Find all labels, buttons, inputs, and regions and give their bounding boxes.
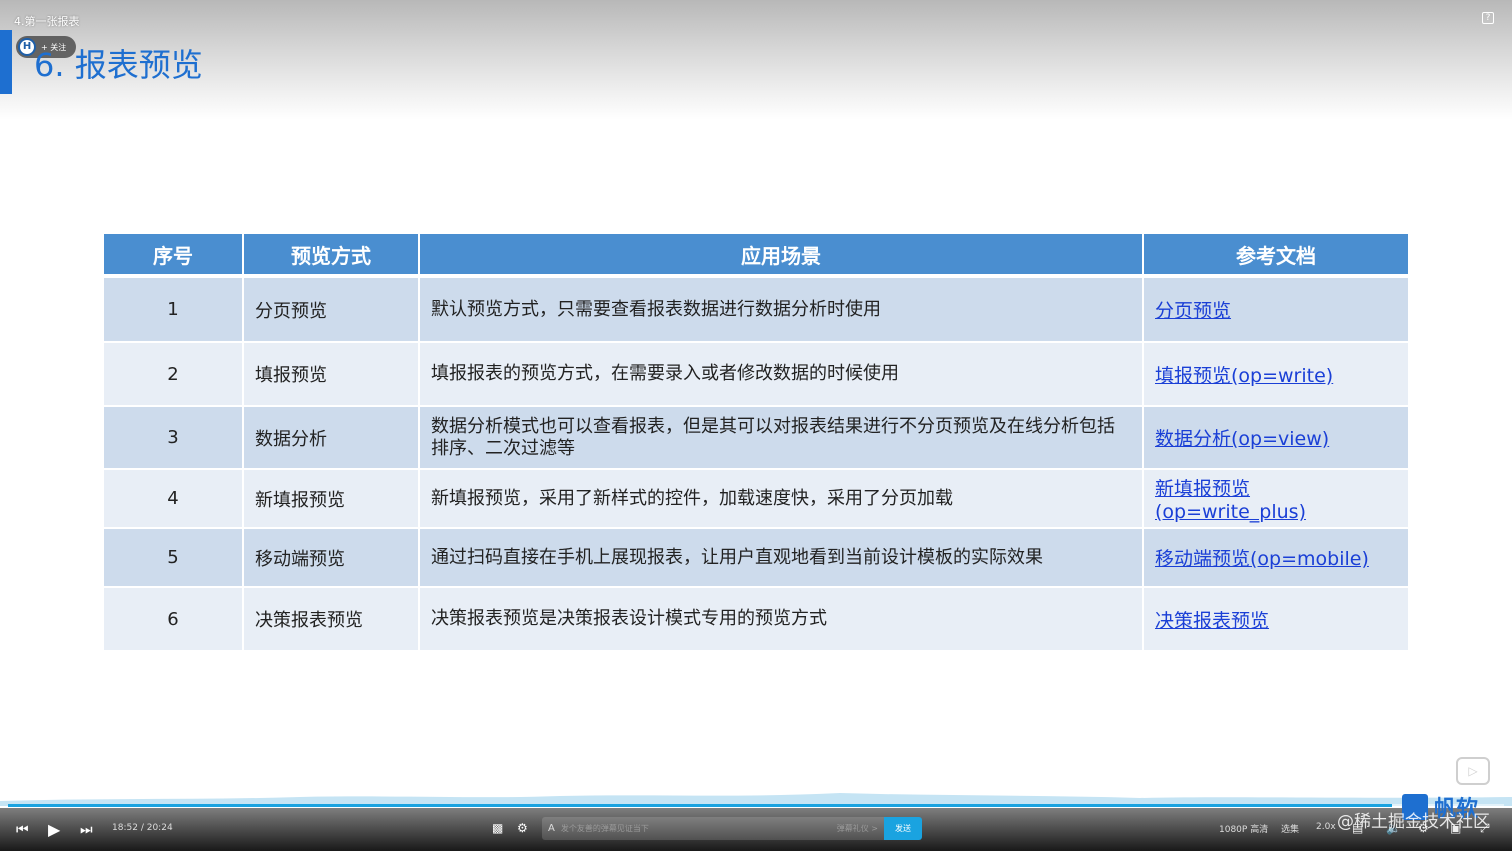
row-doc-cell: 分页预览 — [1144, 278, 1408, 343]
duration: 20:24 — [146, 823, 173, 833]
episodes-button[interactable]: 选集 — [1281, 822, 1299, 835]
current-time: 18:52 — [112, 823, 138, 833]
danmaku-toggle-icon[interactable]: ▩ — [492, 821, 503, 835]
slide-title: 6. 报表预览 — [34, 46, 203, 84]
row-doc-cell: 移动端预览(op=mobile) — [1144, 529, 1408, 588]
time-separator: / — [140, 823, 144, 833]
danmaku-style-icon[interactable]: A — [548, 823, 555, 834]
row-mode: 移动端预览 — [244, 529, 420, 588]
next-icon[interactable]: ⏭ — [80, 822, 93, 838]
row-scene: 数据分析模式也可以查看报表，但是其可以对报表结果进行不分页预览及在线分析包括排序… — [420, 407, 1144, 470]
header-scene: 应用场景 — [420, 234, 1144, 278]
row-scene: 新填报预览，采用了新样式的控件，加载速度快，采用了分页加载 — [420, 470, 1144, 529]
doc-link[interactable]: 决策报表预览 — [1155, 610, 1269, 632]
quality-selector[interactable]: 1080P 高清 — [1219, 822, 1268, 835]
row-num: 6 — [104, 588, 244, 652]
row-mode: 决策报表预览 — [244, 588, 420, 652]
danmaku-etiquette-link[interactable]: 弹幕礼仪 > — [837, 823, 878, 834]
help-icon[interactable]: ? — [1482, 12, 1494, 24]
doc-link[interactable]: 移动端预览(op=mobile) — [1155, 548, 1369, 570]
header-mode: 预览方式 — [244, 234, 420, 278]
table-row: 6 决策报表预览 决策报表预览是决策报表设计模式专用的预览方式 决策报表预览 — [104, 588, 1408, 652]
time-display: 18:52 / 20:24 — [112, 823, 173, 833]
danmaku-placeholder[interactable]: 发个友善的弹幕见证当下 — [561, 823, 831, 834]
header-num: 序号 — [104, 234, 244, 278]
table-header-row: 序号 预览方式 应用场景 参考文档 — [104, 234, 1408, 278]
play-icon[interactable]: ▶ — [48, 820, 60, 839]
row-doc-cell: 数据分析(op=view) — [1144, 407, 1408, 470]
row-num: 5 — [104, 529, 244, 588]
row-num: 3 — [104, 407, 244, 470]
replay-icon[interactable]: ▷ — [1456, 757, 1490, 785]
doc-link[interactable]: 分页预览 — [1155, 300, 1231, 322]
video-title: 4.第一张报表 — [14, 15, 80, 28]
row-mode: 数据分析 — [244, 407, 420, 470]
danmaku-settings-icon[interactable]: ⚙ — [517, 821, 528, 835]
row-doc-cell: 填报预览(op=write) — [1144, 343, 1408, 407]
header-doc: 参考文档 — [1144, 234, 1408, 278]
progress-heatmap — [0, 793, 1512, 806]
table-row: 5 移动端预览 通过扫码直接在手机上展现报表，让用户直观地看到当前设计模板的实际… — [104, 529, 1408, 588]
doc-link[interactable]: 数据分析(op=view) — [1155, 428, 1329, 450]
row-mode: 分页预览 — [244, 278, 420, 343]
previous-icon[interactable]: ⏮ — [16, 822, 29, 838]
row-mode: 填报预览 — [244, 343, 420, 407]
watermark: @稀土掘金技术社区 — [1337, 812, 1490, 832]
row-doc-cell: 决策报表预览 — [1144, 588, 1408, 652]
doc-link[interactable]: 填报预览(op=write) — [1155, 365, 1333, 387]
table-row: 4 新填报预览 新填报预览，采用了新样式的控件，加载速度快，采用了分页加载 新填… — [104, 470, 1408, 529]
send-button[interactable]: 发送 — [884, 817, 922, 840]
row-num: 1 — [104, 278, 244, 343]
row-scene: 决策报表预览是决策报表设计模式专用的预览方式 — [420, 588, 1144, 652]
row-mode: 新填报预览 — [244, 470, 420, 529]
table-row: 1 分页预览 默认预览方式，只需要查看报表数据进行数据分析时使用 分页预览 — [104, 278, 1408, 343]
player-control-bar: ⏮ ▶ ⏭ 18:52 / 20:24 ▩ ⚙ A 发个友善的弹幕见证当下 弹幕… — [0, 808, 1512, 851]
speed-selector[interactable]: 2.0x — [1316, 822, 1336, 832]
row-scene: 默认预览方式，只需要查看报表数据进行数据分析时使用 — [420, 278, 1144, 343]
row-doc-cell: 新填报预览(op=write_plus) — [1144, 470, 1408, 529]
slide-accent-bar — [0, 30, 12, 94]
row-num: 2 — [104, 343, 244, 407]
preview-modes-table: 序号 预览方式 应用场景 参考文档 1 分页预览 默认预览方式，只需要查看报表数… — [104, 234, 1408, 652]
progress-track[interactable] — [8, 804, 1504, 807]
table-row: 2 填报预览 填报报表的预览方式，在需要录入或者修改数据的时候使用 填报预览(o… — [104, 343, 1408, 407]
row-scene: 填报报表的预览方式，在需要录入或者修改数据的时候使用 — [420, 343, 1144, 407]
progress-fill — [8, 804, 1392, 807]
row-num: 4 — [104, 470, 244, 529]
row-scene: 通过扫码直接在手机上展现报表，让用户直观地看到当前设计模板的实际效果 — [420, 529, 1144, 588]
danmaku-input[interactable]: A 发个友善的弹幕见证当下 弹幕礼仪 > — [542, 817, 884, 840]
doc-link[interactable]: 新填报预览(op=write_plus) — [1155, 478, 1306, 523]
table-row: 3 数据分析 数据分析模式也可以查看报表，但是其可以对报表结果进行不分页预览及在… — [104, 407, 1408, 470]
top-shade — [0, 0, 1512, 120]
